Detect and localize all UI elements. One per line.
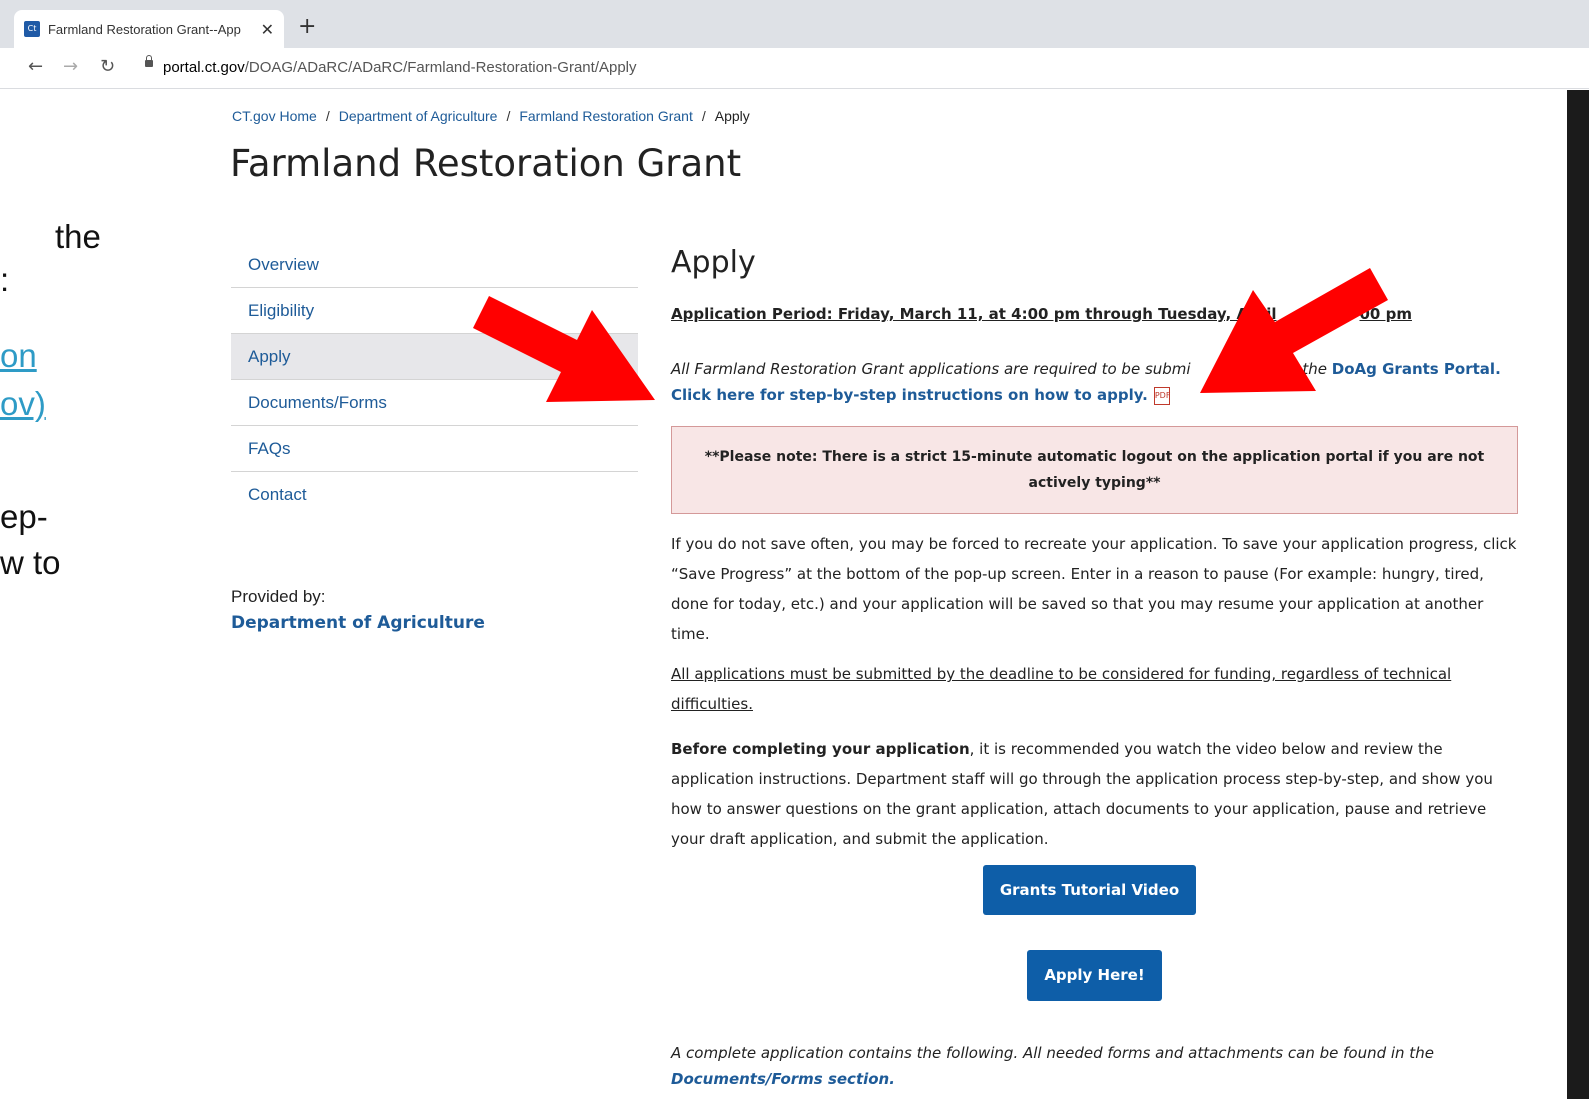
intro-text: All Farmland Restoration Grant applicati… [671,360,1191,378]
overlay-text-4: w to [0,544,61,581]
overlay-text-1: the [55,218,101,255]
close-tab-icon[interactable]: ✕ [261,20,274,39]
application-period-text: Application Period: Friday, March 11, at… [671,305,1277,323]
section-heading: Apply [671,245,756,280]
page-title: Farmland Restoration Grant [230,142,742,185]
documents-forms-section-link[interactable]: Documents/Forms section. [671,1070,895,1088]
pdf-icon[interactable]: PDF [1153,386,1170,405]
breadcrumb-department[interactable]: Department of Agriculture [339,108,498,124]
lock-icon [145,55,153,67]
sidebar-nav: Overview Eligibility Apply Documents/For… [231,242,638,518]
url-host: portal.ct.gov [163,59,245,76]
overlay-link-1: on [0,337,37,374]
forward-arrow-icon[interactable]: → [63,56,78,77]
overlay-link-2: ov) [0,385,46,422]
logout-notice: **Please note: There is a strict 15-minu… [671,426,1518,514]
application-period-end: 00 pm [1359,305,1412,323]
url-path: /DOAG/ADaRC/ADaRC/Farmland-Restoration-G… [244,59,637,76]
sidebar-item-contact[interactable]: Contact [231,472,638,518]
browser-tab[interactable]: Ct Farmland Restoration Grant--App ✕ [14,10,284,48]
scrollbar[interactable] [1567,90,1589,1099]
overlay-text-3: ep- [0,498,48,535]
apply-here-button[interactable]: Apply Here! [1027,950,1162,1001]
new-tab-icon[interactable]: + [298,14,316,39]
sidebar-item-documents-forms[interactable]: Documents/Forms [231,380,638,426]
instructions-link[interactable]: Click here for step-by-step instructions… [671,386,1148,404]
deadline-paragraph: All applications must be submitted by th… [671,665,1452,713]
reload-icon[interactable]: ↻ [100,56,115,77]
address-bar[interactable]: portal.ct.gov/DOAG/ADaRC/ADaRC/Farmland-… [163,59,637,76]
sidebar-item-faqs[interactable]: FAQs [231,426,638,472]
site-favicon-icon: Ct [24,21,40,37]
breadcrumb: CT.gov Home / Department of Agriculture / Fa… [232,108,750,124]
complete-application-text: A complete application contains the foll… [671,1044,1434,1062]
breadcrumb-current: Apply [714,108,750,124]
sidebar-item-overview[interactable]: Overview [231,242,638,288]
save-progress-paragraph: If you do not save often, you may be for… [671,535,1517,643]
doag-grants-portal-link[interactable]: DoAg Grants Portal. [1332,360,1501,378]
intro-text-end: gh the [1278,360,1327,378]
grants-tutorial-video-button[interactable]: Grants Tutorial Video [983,865,1196,915]
provided-by-label: Provided by: [231,587,326,606]
sidebar-item-eligibility[interactable]: Eligibility [231,288,638,334]
browser-tab-bar: Ct Farmland Restoration Grant--App ✕ + [0,0,1589,48]
overlay-text-2: : [0,261,10,298]
before-completing-bold: Before completing your application [671,740,970,758]
back-arrow-icon[interactable]: ← [28,56,43,77]
intro-paragraph: All Farmland Restoration Grant applicati… [671,356,1521,408]
complete-application-note: A complete application contains the foll… [671,1040,1521,1092]
tab-title: Farmland Restoration Grant--App [47,21,241,37]
before-completing-paragraph: Before completing your application, it i… [671,734,1521,854]
breadcrumb-ctgov-home[interactable]: CT.gov Home [232,108,317,124]
application-period: Application Period: Friday, March 11, at… [671,305,1412,323]
breadcrumb-grant[interactable]: Farmland Restoration Grant [519,108,693,124]
sidebar-item-apply[interactable]: Apply [231,334,638,380]
provider-link[interactable]: Department of Agriculture [231,613,485,633]
